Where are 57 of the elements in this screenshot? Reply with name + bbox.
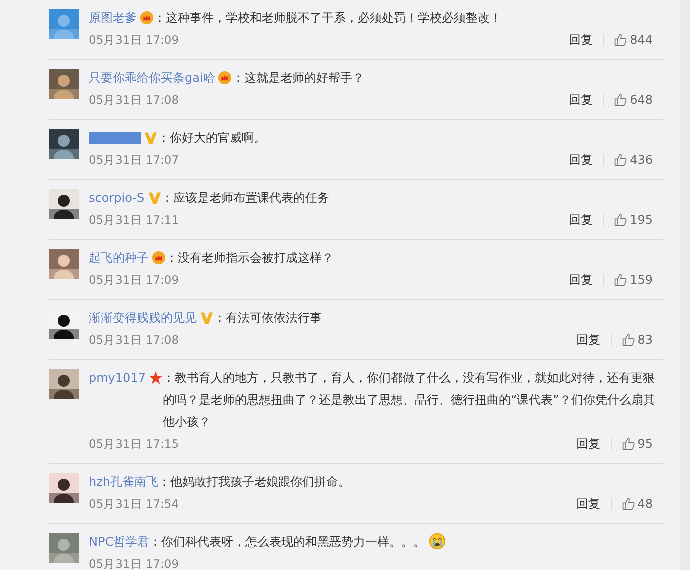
like-count: 436 xyxy=(630,153,653,167)
username-link[interactable]: scorpio-S xyxy=(89,187,145,209)
like-count: 83 xyxy=(638,333,653,347)
verified-v-icon xyxy=(148,191,162,205)
comment-text: ：有法可依依法行事 xyxy=(214,310,322,327)
like-count: 48 xyxy=(638,497,653,511)
username-link[interactable]: 原图老爹 xyxy=(89,7,137,29)
username-link[interactable]: NPC哲学君 xyxy=(89,531,150,553)
username-link[interactable]: 渐渐变得贱贱的见见 xyxy=(89,307,197,329)
username-link[interactable]: pmy1017 xyxy=(89,367,146,389)
reply-link[interactable]: 回复 xyxy=(569,92,594,108)
comment-text: ：教书育人的地方，只教书了，育人，你们都做了什么，没有写作业，就如此对待，还有更狠的吗？是老师的思想扭曲了？还是教出了思想、品行、德行扭曲的“课代表”？们你凭什么扇其他小孩？ xyxy=(162,370,656,431)
thumbs-up-icon[interactable] xyxy=(614,273,628,287)
comment-time: 05月31日 17:54 xyxy=(89,496,180,512)
username-link[interactable]: 起飞的种子 xyxy=(89,247,149,269)
comment-text: ：你们科代表呀，怎么表现的和黑恶势力一样。。。 xyxy=(150,534,426,551)
comment-time: 05月31日 17:07 xyxy=(89,152,180,168)
comment-time: 05月31日 17:09 xyxy=(89,556,180,570)
comment-time: 05月31日 17:09 xyxy=(89,32,180,48)
reply-link[interactable]: 回复 xyxy=(576,436,601,452)
comment-time: 05月31日 17:08 xyxy=(89,332,180,348)
reply-link[interactable]: 回复 xyxy=(569,212,594,228)
reply-link[interactable]: 回复 xyxy=(576,332,601,348)
thumbs-up-icon[interactable] xyxy=(614,153,628,167)
verified-v-icon xyxy=(200,311,214,325)
comment-time: 05月31日 17:15 xyxy=(89,436,180,452)
like-count: 648 xyxy=(630,93,653,107)
crown-badge-icon xyxy=(218,71,232,85)
like-count: 159 xyxy=(630,273,653,287)
like-count: 844 xyxy=(630,33,653,47)
like-count: 95 xyxy=(638,437,653,451)
comment-text: ：应该是老师布置课代表的任务 xyxy=(162,190,330,207)
thumbs-up-icon[interactable] xyxy=(614,93,628,107)
thumbs-up-icon[interactable] xyxy=(614,213,628,227)
reply-link[interactable]: 回复 xyxy=(569,152,594,168)
like-count: 195 xyxy=(630,213,653,227)
thumbs-up-icon[interactable] xyxy=(614,33,628,47)
username-link[interactable]: 只要你乖给你买条gai哈 xyxy=(89,67,216,89)
comment-text: ：他妈敢打我孩子老娘跟你们拼命。 xyxy=(158,474,351,491)
crown-badge-icon xyxy=(152,251,166,265)
crown-badge-icon xyxy=(140,11,154,25)
reply-link[interactable]: 回复 xyxy=(576,496,601,512)
comment-text: ：你好大的官威啊。 xyxy=(158,130,266,147)
reply-link[interactable]: 回复 xyxy=(569,32,594,48)
comment-time: 05月31日 17:11 xyxy=(89,212,180,228)
thumbs-up-icon[interactable] xyxy=(622,497,636,511)
reply-link[interactable]: 回复 xyxy=(569,272,594,288)
thumbs-up-icon[interactable] xyxy=(622,437,636,451)
comment-time: 05月31日 17:08 xyxy=(89,92,180,108)
comment-text: ：没有老师指示会被打成这样？ xyxy=(166,250,334,267)
thumbs-up-icon[interactable] xyxy=(622,333,636,347)
comment-text: ：这种事件，学校和老师脱不了干系，必须处罚！学校必须整改！ xyxy=(154,10,502,27)
comment-text: ：这就是老师的好帮手？ xyxy=(232,70,364,87)
username-link[interactable]: hzh孔雀南飞 xyxy=(89,471,159,493)
star-badge-icon xyxy=(148,371,163,385)
comment-time: 05月31日 17:09 xyxy=(89,272,180,288)
verified-v-icon xyxy=(144,131,158,145)
